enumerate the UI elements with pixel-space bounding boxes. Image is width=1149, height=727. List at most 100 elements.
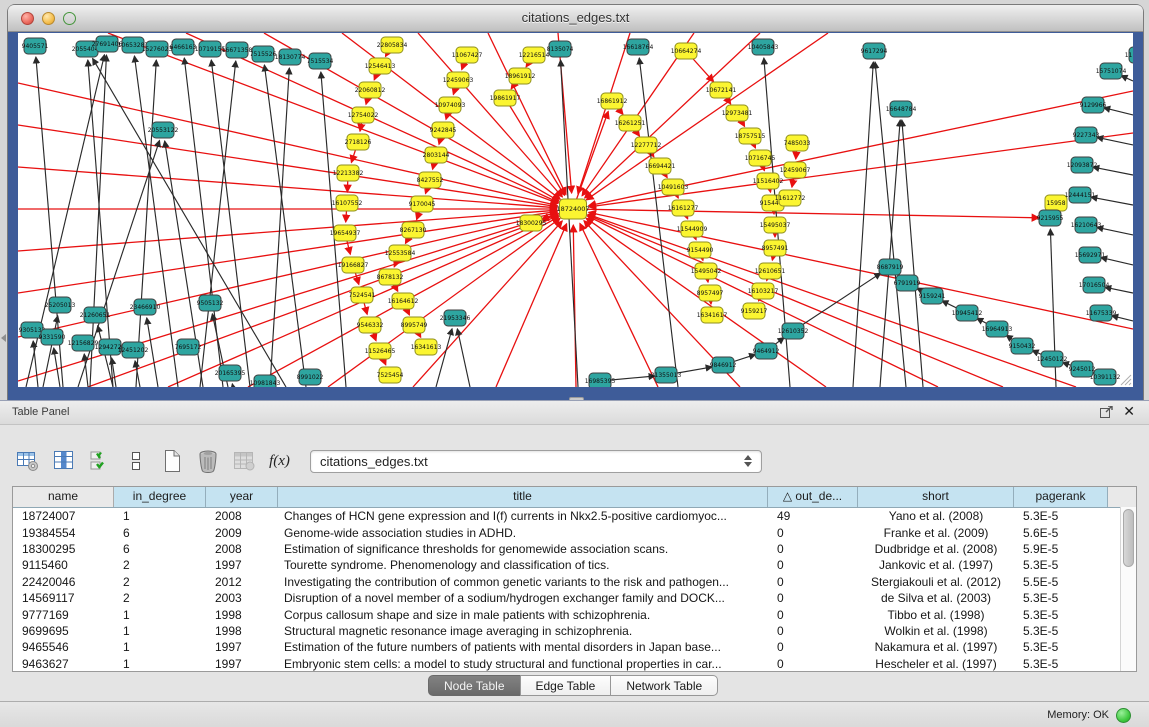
graph-node[interactable]: 9245012 [1069, 361, 1096, 377]
graph-node[interactable]: 7695172 [175, 339, 202, 355]
graph-node[interactable]: 12277712 [631, 137, 662, 153]
tab-node-table[interactable]: Node Table [428, 675, 521, 696]
graph-node[interactable]: 20165395 [215, 365, 246, 381]
graph-node[interactable]: 21355013 [651, 367, 682, 383]
graph-node[interactable]: 19654937 [330, 225, 361, 241]
graph-node[interactable]: 9331590 [39, 329, 66, 345]
graph-node[interactable]: 6466163 [170, 39, 197, 55]
graph-node[interactable]: 10716745 [745, 150, 776, 166]
graph-edge[interactable] [1097, 227, 1133, 235]
table-row[interactable]: 977716911998Corpus callosum shape and si… [13, 606, 1136, 622]
graph-node[interactable]: 9215955 [1037, 210, 1064, 226]
scrollbar-thumb[interactable] [1123, 509, 1134, 567]
graph-edge[interactable] [561, 60, 578, 387]
graph-node[interactable]: 10981843 [250, 375, 281, 387]
graph-edge[interactable] [639, 58, 678, 387]
graph-node[interactable]: 11516402 [753, 173, 784, 189]
graph-node[interactable]: 8267130 [400, 222, 427, 238]
graph-node[interactable]: 15692971 [1075, 247, 1106, 263]
graph-edge[interactable] [134, 56, 178, 387]
graph-node[interactable]: 16964913 [982, 321, 1013, 337]
graph-node[interactable]: 16671358 [222, 42, 253, 58]
graph-node[interactable]: 21260651 [80, 307, 111, 323]
graph-node[interactable]: 12213382 [333, 165, 364, 181]
graph-node[interactable]: 7515526 [250, 46, 277, 62]
graph-node[interactable]: 2718126 [345, 134, 372, 150]
column-header-out-de[interactable]: △ out_de... [768, 487, 858, 507]
graph-node[interactable]: 11526465 [365, 343, 396, 359]
graph-node[interactable]: 25205013 [45, 297, 76, 313]
graph-edge[interactable] [1121, 76, 1133, 81]
graph-node[interactable]: 12610651 [755, 263, 786, 279]
graph-edge[interactable] [880, 120, 900, 387]
graph-node[interactable]: 18757515 [735, 128, 766, 144]
graph-edge[interactable] [573, 111, 608, 209]
graph-node[interactable]: 2803144 [423, 147, 450, 163]
resize-grip-icon[interactable] [1118, 372, 1132, 386]
graph-node[interactable]: 10945412 [952, 305, 983, 321]
graph-node[interactable]: 11612772 [775, 190, 806, 206]
graph-node[interactable]: 21953346 [440, 310, 471, 326]
graph-node[interactable]: 20553122 [148, 122, 179, 138]
graph-node[interactable]: 18961912 [505, 68, 536, 84]
graph-node[interactable]: 22060812 [355, 82, 386, 98]
graph-node[interactable]: 12973481 [722, 105, 753, 121]
graph-node[interactable]: 19166827 [338, 257, 369, 273]
graph-node[interactable]: 16107552 [332, 195, 363, 211]
function-builder-button[interactable]: f(x) [266, 448, 293, 475]
select-column-button[interactable] [50, 448, 77, 475]
delete-table-button[interactable] [230, 448, 257, 475]
graph-node[interactable]: 16648784 [886, 101, 917, 117]
graph-node[interactable]: 9227343 [1073, 127, 1100, 143]
graph-node[interactable]: 7485033 [784, 135, 811, 151]
graph-node[interactable]: 16985395 [585, 373, 616, 387]
graph-node[interactable]: 16341617 [697, 307, 728, 323]
graph-node[interactable]: 10664274 [671, 43, 702, 59]
graph-node[interactable]: 18130774 [275, 49, 306, 65]
graph-edge[interactable] [264, 65, 306, 387]
graph-node[interactable]: 11067427 [452, 47, 483, 63]
graph-edge[interactable] [1104, 108, 1133, 115]
column-header-pagerank[interactable]: pagerank [1014, 487, 1108, 507]
graph-edge[interactable] [54, 348, 60, 387]
table-row[interactable]: 1938455462009Genome-wide association stu… [13, 524, 1136, 540]
graph-edge[interactable] [587, 216, 938, 387]
column-header-name[interactable]: name [13, 487, 114, 507]
float-window-icon[interactable] [1100, 406, 1113, 418]
graph-node[interactable]: 16210643 [1071, 217, 1102, 233]
table-source-select[interactable]: citations_edges.txt [310, 450, 762, 473]
graph-node[interactable]: 18300295 [516, 215, 547, 231]
graph-node[interactable]: 19861917 [490, 90, 521, 106]
column-header-title[interactable]: title [278, 487, 768, 507]
match-checks-button[interactable] [86, 448, 113, 475]
close-panel-icon[interactable]: ✕ [1123, 403, 1135, 420]
graph-node[interactable]: 12546413 [365, 58, 396, 74]
graph-node[interactable]: 12444151 [1065, 187, 1096, 203]
graph-node[interactable]: 15958 [1045, 195, 1067, 211]
graph-node[interactable]: 8957497 [697, 285, 724, 301]
graph-hub-node[interactable]: 18724007 [556, 199, 589, 219]
graph-node[interactable]: 16261251 [615, 115, 646, 131]
graph-edge[interactable] [1091, 197, 1133, 205]
graph-node[interactable]: 16861912 [597, 93, 628, 109]
graph-node[interactable]: 7524541 [349, 287, 376, 303]
graph-node[interactable]: 12093872 [1067, 157, 1098, 173]
graph-node[interactable]: 9846912 [710, 357, 737, 373]
table-row[interactable]: 946554611997Estimation of the future num… [13, 639, 1136, 655]
column-header-in-degree[interactable]: in_degree [114, 487, 206, 507]
network-canvas[interactable]: 18724007 18300295 22805834 12546413 22060812… [18, 33, 1133, 387]
graph-node[interactable]: 16161277 [668, 200, 699, 216]
graph-node[interactable]: 16694421 [645, 158, 676, 174]
maximize-window-icon[interactable] [63, 12, 76, 25]
close-window-icon[interactable] [21, 12, 34, 25]
graph-node[interactable]: 11126997 [1125, 47, 1133, 63]
graph-node[interactable]: 8135074 [547, 41, 574, 57]
graph-node[interactable]: 22805834 [377, 37, 408, 53]
graph-node[interactable]: 12754022 [348, 107, 379, 123]
table-row[interactable]: 1872400712008Changes of HCN gene express… [13, 508, 1136, 524]
table-row[interactable]: 911546021997Tourette syndrome. Phenomeno… [13, 557, 1136, 573]
table-row[interactable]: 969969511998Structural magnetic resonanc… [13, 623, 1136, 639]
graph-node[interactable]: 12459063 [443, 72, 474, 88]
sidebar-collapse-icon[interactable] [1, 334, 6, 342]
table-row[interactable]: 1830029562008Estimation of significance … [13, 541, 1136, 557]
